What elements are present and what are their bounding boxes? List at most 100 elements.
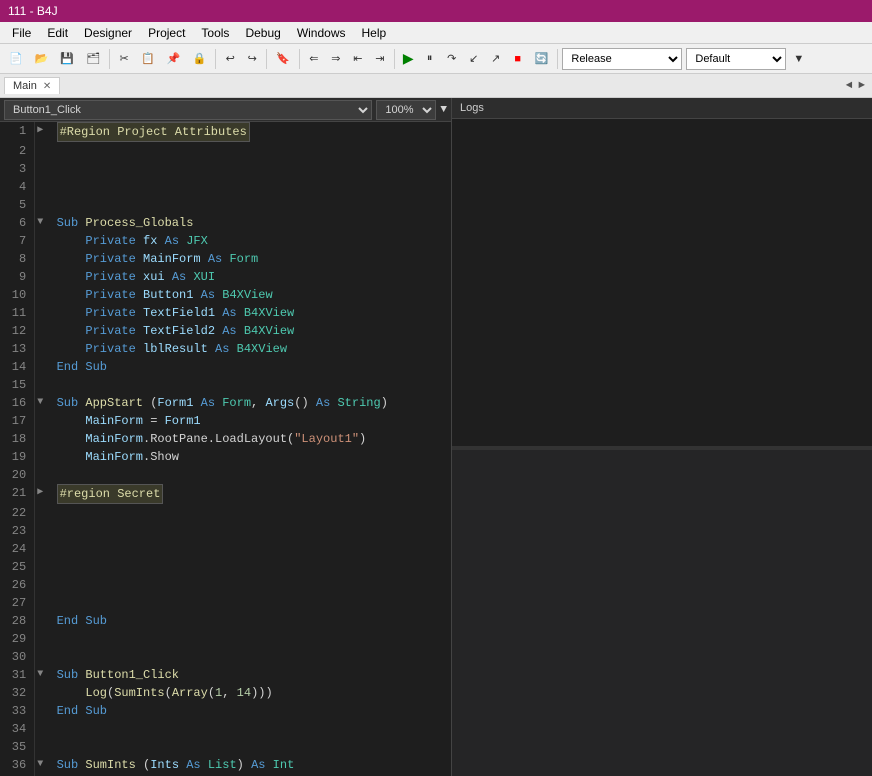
menu-designer[interactable]: Designer	[76, 24, 140, 42]
table-row: 21▶#region Secret	[0, 484, 451, 504]
sep6	[557, 49, 558, 69]
fold-icon[interactable]: ▶	[35, 122, 49, 142]
sep4	[299, 49, 300, 69]
step-into[interactable]: ↙	[464, 48, 484, 70]
save-all-button[interactable]: 🗂	[81, 48, 105, 70]
menu-file[interactable]: File	[4, 24, 39, 42]
tab-nav-prev[interactable]: ◄	[843, 80, 856, 92]
plain-token	[57, 686, 86, 700]
undo-button[interactable]: ↩	[220, 48, 240, 70]
tab-nav-next[interactable]: ►	[855, 80, 868, 92]
code-content[interactable]	[49, 558, 451, 576]
code-content[interactable]: MainForm = Form1	[49, 412, 451, 430]
next-bookmark[interactable]: ⇒	[326, 48, 346, 70]
fold-icon[interactable]: ▼	[35, 394, 49, 412]
indent-button[interactable]: ⇤	[348, 48, 368, 70]
menu-windows[interactable]: Windows	[289, 24, 354, 42]
code-content[interactable]: Log(SumInts(Array(1, 14)))	[49, 684, 451, 702]
code-content[interactable]: #region Secret	[49, 484, 451, 504]
step-over[interactable]: ↷	[442, 48, 462, 70]
code-content[interactable]: MainForm.RootPane.LoadLayout("Layout1")	[49, 430, 451, 448]
pause-button[interactable]: ⏸	[420, 48, 440, 70]
code-content[interactable]	[49, 376, 451, 394]
plain-token: )	[381, 396, 388, 410]
fold-icon[interactable]: ▼	[35, 214, 49, 232]
outdent-button[interactable]: ⇥	[370, 48, 390, 70]
code-content[interactable]	[49, 720, 451, 738]
fold-icon	[35, 286, 49, 304]
code-content[interactable]	[49, 466, 451, 484]
menu-tools[interactable]: Tools	[193, 24, 237, 42]
open-button[interactable]: 📂	[30, 48, 54, 70]
copy-button[interactable]: 📋	[136, 48, 160, 70]
paste-button[interactable]: 📌	[162, 48, 186, 70]
fold-icon[interactable]: ▼	[35, 666, 49, 684]
code-content[interactable]	[49, 540, 451, 558]
code-content[interactable]: End Sub	[49, 612, 451, 630]
code-content[interactable]	[49, 504, 451, 522]
redo-button[interactable]: ↪	[242, 48, 262, 70]
prev-bookmark[interactable]: ⇐	[304, 48, 324, 70]
lock-button[interactable]: 🔒	[187, 48, 211, 70]
code-content[interactable]: End Sub	[49, 702, 451, 720]
menu-debug[interactable]: Debug	[237, 24, 288, 42]
code-content[interactable]: MainForm.Show	[49, 448, 451, 466]
fold-icon[interactable]: ▶	[35, 484, 49, 504]
var-token: MainForm	[85, 432, 143, 446]
code-content[interactable]: End Sub	[49, 358, 451, 376]
code-content[interactable]	[49, 522, 451, 540]
code-content[interactable]	[49, 738, 451, 756]
code-content[interactable]: Sub SumInts (Ints As List) As Int	[49, 756, 451, 774]
zoom-selector[interactable]: 100% 75% 125% 150%	[376, 100, 436, 120]
code-content[interactable]	[49, 178, 451, 196]
step-out[interactable]: ↗	[486, 48, 506, 70]
code-content[interactable]: Sub AppStart (Form1 As Form, Args() As S…	[49, 394, 451, 412]
plain-token: =	[143, 414, 165, 428]
refresh-button[interactable]: 🔄	[530, 48, 554, 70]
code-area[interactable]: 1▶#Region Project Attributes2 3 4 5 6▼Su…	[0, 122, 451, 776]
fold-icon[interactable]: ▼	[35, 756, 49, 774]
table-row: 19 MainForm.Show	[0, 448, 451, 466]
menu-edit[interactable]: Edit	[39, 24, 76, 42]
table-row: 8 Private MainForm As Form	[0, 250, 451, 268]
code-content[interactable]: Private MainForm As Form	[49, 250, 451, 268]
kw-token: As	[165, 234, 179, 248]
more-options[interactable]: ▼	[788, 48, 809, 70]
cut-button[interactable]: ✂	[114, 48, 134, 70]
code-content[interactable]	[49, 594, 451, 612]
fold-icon	[35, 304, 49, 322]
code-content[interactable]: #Region Project Attributes	[49, 122, 451, 142]
code-content[interactable]: Private lblResult As B4XView	[49, 340, 451, 358]
kw-token: As	[172, 270, 186, 284]
stop-button[interactable]: ■	[508, 48, 528, 70]
code-content[interactable]: Private TextField1 As B4XView	[49, 304, 451, 322]
code-content[interactable]	[49, 648, 451, 666]
logs-content[interactable]	[452, 119, 872, 446]
code-content[interactable]: Sub Process_Globals	[49, 214, 451, 232]
menu-project[interactable]: Project	[140, 24, 193, 42]
code-content[interactable]	[49, 160, 451, 178]
code-content[interactable]: Sub Button1_Click	[49, 666, 451, 684]
tab-main[interactable]: Main ✕	[4, 77, 60, 94]
run-button[interactable]: ▶	[399, 50, 418, 67]
table-row: 28End Sub	[0, 612, 451, 630]
fold-icon	[35, 232, 49, 250]
method-selector[interactable]: Button1_Click	[4, 100, 372, 120]
code-content[interactable]	[49, 142, 451, 160]
code-content[interactable]: Private TextField2 As B4XView	[49, 322, 451, 340]
device-dropdown[interactable]: Default	[686, 48, 786, 70]
new-button[interactable]: 📄	[4, 48, 28, 70]
code-content[interactable]	[49, 576, 451, 594]
code-content[interactable]: Private Button1 As B4XView	[49, 286, 451, 304]
bookmark-button[interactable]: 🔖	[271, 48, 295, 70]
code-content[interactable]: Private fx As JFX	[49, 232, 451, 250]
code-content[interactable]	[49, 196, 451, 214]
code-content[interactable]: Private xui As XUI	[49, 268, 451, 286]
menu-help[interactable]: Help	[354, 24, 395, 42]
plain-token	[193, 396, 200, 410]
tab-main-close[interactable]: ✕	[43, 81, 51, 92]
code-content[interactable]	[49, 630, 451, 648]
save-button[interactable]: 💾	[55, 48, 79, 70]
kw-token: Sub	[85, 614, 107, 628]
build-config-dropdown[interactable]: Release Debug	[562, 48, 682, 70]
